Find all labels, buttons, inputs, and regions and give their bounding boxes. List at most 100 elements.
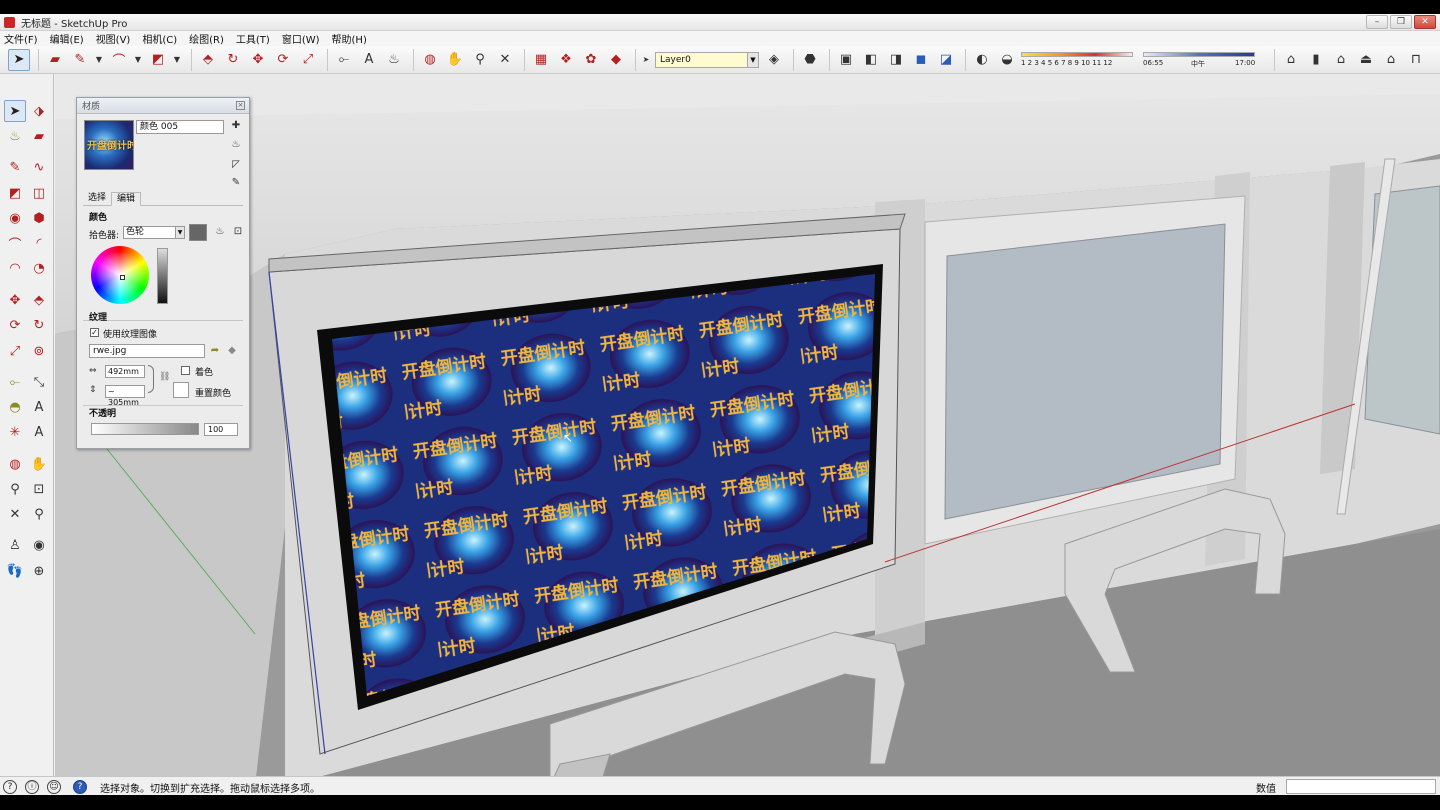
opacity-input[interactable]: 100 bbox=[204, 423, 238, 436]
eraser-tool-icon[interactable]: ▰ bbox=[28, 125, 50, 147]
user-account-icon[interactable]: ☺ bbox=[47, 780, 61, 794]
brightness-slider[interactable] bbox=[157, 248, 168, 304]
rotate-tool-icon[interactable]: ⟳ bbox=[4, 314, 26, 336]
view-top-icon[interactable]: ⏏ bbox=[1355, 49, 1377, 71]
position-camera-icon[interactable]: ♙ bbox=[4, 534, 26, 556]
look-around-icon[interactable]: ◉ bbox=[28, 534, 50, 556]
material-name-input[interactable]: 颜色 005 bbox=[136, 120, 224, 134]
menu-tools[interactable]: 工具(T) bbox=[236, 31, 270, 46]
view-left-icon[interactable]: ⌂ bbox=[1380, 49, 1402, 71]
tape-measure-icon[interactable]: ⟜ bbox=[4, 371, 26, 393]
3d-text-icon[interactable]: A bbox=[28, 421, 50, 443]
orbit-tool-icon[interactable]: ◍ bbox=[4, 453, 26, 475]
texture-width-input[interactable]: 492mm bbox=[105, 365, 145, 378]
two-point-arc-icon[interactable]: ◜ bbox=[28, 232, 50, 254]
tab-edit[interactable]: 编辑 bbox=[111, 192, 142, 206]
menu-window[interactable]: 窗口(W) bbox=[282, 31, 320, 46]
texture-file-field[interactable]: rwe.jpg bbox=[89, 344, 205, 358]
eyedropper-icon[interactable]: ✎ bbox=[229, 176, 243, 190]
previous-view-icon[interactable]: ⚲ bbox=[28, 503, 50, 525]
view-wireframe-icon[interactable]: ◧ bbox=[860, 49, 882, 71]
credits-icon[interactable]: ⓘ bbox=[25, 780, 39, 794]
default-material-icon[interactable]: ◸ bbox=[229, 158, 243, 172]
text-tool-icon[interactable]: A bbox=[28, 396, 50, 418]
zoom-tool-icon[interactable]: ⚲ bbox=[469, 49, 491, 71]
reset-color-swatch[interactable] bbox=[173, 382, 189, 398]
dropdown-arrow-icon[interactable]: ▼ bbox=[94, 49, 104, 71]
shadow-month-slider[interactable]: 1 2 3 4 5 6 7 8 9 10 11 12 bbox=[1021, 49, 1133, 71]
view-iso-icon[interactable]: ⬣ bbox=[799, 49, 821, 71]
dropdown-arrow-icon[interactable]: ▼ bbox=[133, 49, 143, 71]
close-button[interactable]: ✕ bbox=[1414, 15, 1436, 29]
arc-tool-icon[interactable]: ⌒ bbox=[108, 49, 130, 71]
pencil-tool-icon[interactable]: ✎ bbox=[4, 156, 26, 178]
paint-bucket-icon[interactable]: ♨ bbox=[4, 125, 26, 147]
scale-tool-icon[interactable]: ⤢ bbox=[4, 340, 26, 362]
scene-canvas[interactable]: 开盘倒计时 开盘倒计时 bbox=[55, 74, 1440, 786]
pie-tool-icon[interactable]: ◔ bbox=[28, 257, 50, 279]
time-slider-track[interactable] bbox=[1143, 51, 1255, 57]
layer-dropdown[interactable]: Layer0 ▼ bbox=[655, 51, 759, 68]
shadow-time-slider[interactable]: 06:55 中午 17:00 bbox=[1143, 49, 1255, 71]
layer-manager-icon[interactable]: ◈ bbox=[763, 49, 785, 71]
menu-camera[interactable]: 相机(C) bbox=[142, 31, 177, 46]
view-textured-icon[interactable]: ◪ bbox=[935, 49, 957, 71]
follow-me-tool-icon[interactable]: ↻ bbox=[222, 49, 244, 71]
use-texture-checkbox[interactable]: ✓ bbox=[90, 328, 99, 337]
axes-tool-icon[interactable]: ✳ bbox=[4, 421, 26, 443]
zoom-extents-icon[interactable]: ✕ bbox=[4, 503, 26, 525]
rotate-tool-icon[interactable]: ⟳ bbox=[272, 49, 294, 71]
polygon-tool-icon[interactable]: ⬢ bbox=[28, 207, 50, 229]
text-tool-icon[interactable]: A bbox=[358, 49, 380, 71]
menu-file[interactable]: 文件(F) bbox=[4, 31, 38, 46]
chain-link-icon[interactable]: ⛓ bbox=[159, 372, 170, 382]
menu-view[interactable]: 视图(V) bbox=[96, 31, 131, 46]
eraser-tool-icon[interactable]: ▰ bbox=[44, 49, 66, 71]
maximize-button[interactable]: ❐ bbox=[1390, 15, 1412, 29]
dropdown-arrow-icon[interactable]: ▼ bbox=[172, 49, 182, 71]
select-tool-icon[interactable]: ➤ bbox=[4, 100, 26, 122]
view-back-icon[interactable]: ⊓ bbox=[1405, 49, 1427, 71]
menu-help[interactable]: 帮助(H) bbox=[332, 31, 367, 46]
color-swatch[interactable] bbox=[189, 224, 207, 241]
select-tool-icon[interactable]: ➤ bbox=[8, 48, 30, 71]
warehouse-icon[interactable]: ▦ bbox=[530, 49, 552, 71]
zoom-tool-icon[interactable]: ⚲ bbox=[4, 478, 26, 500]
3d-viewport[interactable]: 开盘倒计时 开盘倒计时 bbox=[55, 74, 1440, 786]
minimize-button[interactable]: – bbox=[1366, 15, 1388, 29]
opacity-slider[interactable] bbox=[91, 423, 199, 435]
view-right-icon[interactable]: ▮ bbox=[1305, 49, 1327, 71]
color-picker-dropdown[interactable]: 色轮 ▼ bbox=[123, 226, 185, 239]
color-wheel-handle[interactable] bbox=[120, 275, 125, 280]
zoom-extents-icon[interactable]: ✕ bbox=[494, 49, 516, 71]
view-shaded-icon[interactable]: ◼ bbox=[910, 49, 932, 71]
measurements-input[interactable] bbox=[1286, 779, 1436, 794]
walk-tool-icon[interactable]: 👣 bbox=[4, 560, 26, 582]
move-tool-icon[interactable]: ✥ bbox=[247, 49, 269, 71]
rotated-rectangle-icon[interactable]: ◫ bbox=[28, 182, 50, 204]
shadow-toggle-icon[interactable]: ◒ bbox=[996, 49, 1018, 71]
orbit-tool-icon[interactable]: ◍ bbox=[419, 49, 441, 71]
protractor-tool-icon[interactable]: ◓ bbox=[4, 396, 26, 418]
help-icon[interactable]: ? bbox=[73, 780, 87, 794]
section-plane-icon[interactable]: ⊕ bbox=[28, 560, 50, 582]
sample-paint-icon[interactable]: ♨ bbox=[229, 138, 243, 152]
pencil-tool-icon[interactable]: ✎ bbox=[69, 49, 91, 71]
zoom-window-icon[interactable]: ⊡ bbox=[28, 478, 50, 500]
pan-tool-icon[interactable]: ✋ bbox=[28, 453, 50, 475]
menu-edit[interactable]: 编辑(E) bbox=[50, 31, 84, 46]
extension-warehouse-icon[interactable]: ◆ bbox=[605, 49, 627, 71]
rectangle-tool-icon[interactable]: ◩ bbox=[4, 182, 26, 204]
geo-location-icon[interactable]: ? bbox=[3, 780, 17, 794]
month-slider-track[interactable] bbox=[1021, 51, 1133, 57]
move-tool-icon[interactable]: ✥ bbox=[4, 289, 26, 311]
push-pull-tool-icon[interactable]: ⬘ bbox=[28, 289, 50, 311]
chevron-down-icon[interactable]: ▼ bbox=[175, 227, 184, 238]
tape-measure-icon[interactable]: ⟜ bbox=[333, 49, 355, 71]
view-front-icon[interactable]: ⌂ bbox=[1330, 49, 1352, 71]
edit-texture-icon[interactable]: ◆ bbox=[225, 344, 239, 358]
follow-me-tool-icon[interactable]: ↻ bbox=[28, 314, 50, 336]
pan-tool-icon[interactable]: ✋ bbox=[444, 49, 466, 71]
panel-title-bar[interactable]: 材质 × bbox=[77, 98, 249, 114]
view-hidden-line-icon[interactable]: ◨ bbox=[885, 49, 907, 71]
